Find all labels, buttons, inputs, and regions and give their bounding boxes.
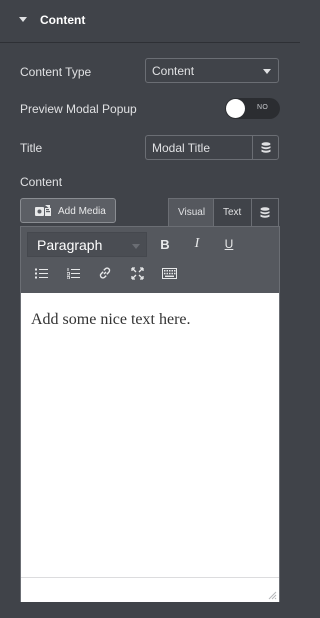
section-header-content[interactable]: Content <box>0 0 300 43</box>
content-type-select[interactable]: Content <box>145 58 279 83</box>
fullscreen-icon <box>130 266 144 280</box>
editor-toolbar: Paragraph B I U <box>21 227 279 293</box>
tab-visual[interactable]: Visual <box>168 198 214 226</box>
numbered-list-button[interactable] <box>62 262 84 284</box>
italic-button[interactable]: I <box>186 233 208 255</box>
bold-button[interactable]: B <box>154 233 176 255</box>
insert-link-button[interactable] <box>94 262 116 284</box>
content-type-value: Content <box>152 64 195 78</box>
keyboard-icon <box>161 267 177 279</box>
fullscreen-button[interactable] <box>126 262 148 284</box>
bullet-list-icon <box>34 268 48 278</box>
dynamic-tags-button[interactable] <box>252 135 279 160</box>
editor-status-bar <box>21 577 279 602</box>
preview-modal-label: Preview Modal Popup <box>20 102 137 116</box>
title-field[interactable] <box>145 135 252 160</box>
resize-grip-icon[interactable] <box>267 590 277 600</box>
title-input[interactable] <box>146 136 252 159</box>
editor-dynamic-tags-button[interactable] <box>252 198 279 226</box>
content-label: Content <box>20 175 63 189</box>
add-media-icon <box>35 205 51 216</box>
toggle-knob <box>226 99 245 118</box>
database-icon <box>260 206 270 218</box>
settings-panel: Content Content Type Content Preview Mod… <box>0 0 300 618</box>
add-media-label: Add Media <box>58 206 106 217</box>
tab-text-label: Text <box>223 207 242 218</box>
content-type-label: Content Type <box>20 65 92 79</box>
caret-down-icon[interactable] <box>19 17 27 22</box>
bullet-list-button[interactable] <box>30 262 52 284</box>
chevron-down-icon <box>132 244 140 249</box>
editor-content-area[interactable]: Add some nice text here. <box>21 293 279 577</box>
tab-visual-label: Visual <box>178 207 206 218</box>
tab-text[interactable]: Text <box>214 198 252 226</box>
format-select[interactable]: Paragraph <box>27 232 147 257</box>
title-label: Title <box>20 141 43 155</box>
database-icon <box>261 141 270 153</box>
format-select-value: Paragraph <box>37 237 103 253</box>
numbered-list-icon <box>66 267 80 279</box>
wysiwyg-editor: Paragraph B I U Add some nice text here. <box>20 226 280 602</box>
preview-modal-toggle[interactable]: NO <box>225 98 280 119</box>
add-media-button[interactable]: Add Media <box>20 198 116 223</box>
toolbar-toggle-button[interactable] <box>158 262 180 284</box>
underline-button[interactable]: U <box>218 233 240 255</box>
link-icon <box>99 267 111 279</box>
section-title: Content <box>40 13 86 27</box>
editor-body-text: Add some nice text here. <box>31 311 191 328</box>
toggle-state-text: NO <box>257 104 269 111</box>
chevron-down-icon <box>263 69 271 74</box>
